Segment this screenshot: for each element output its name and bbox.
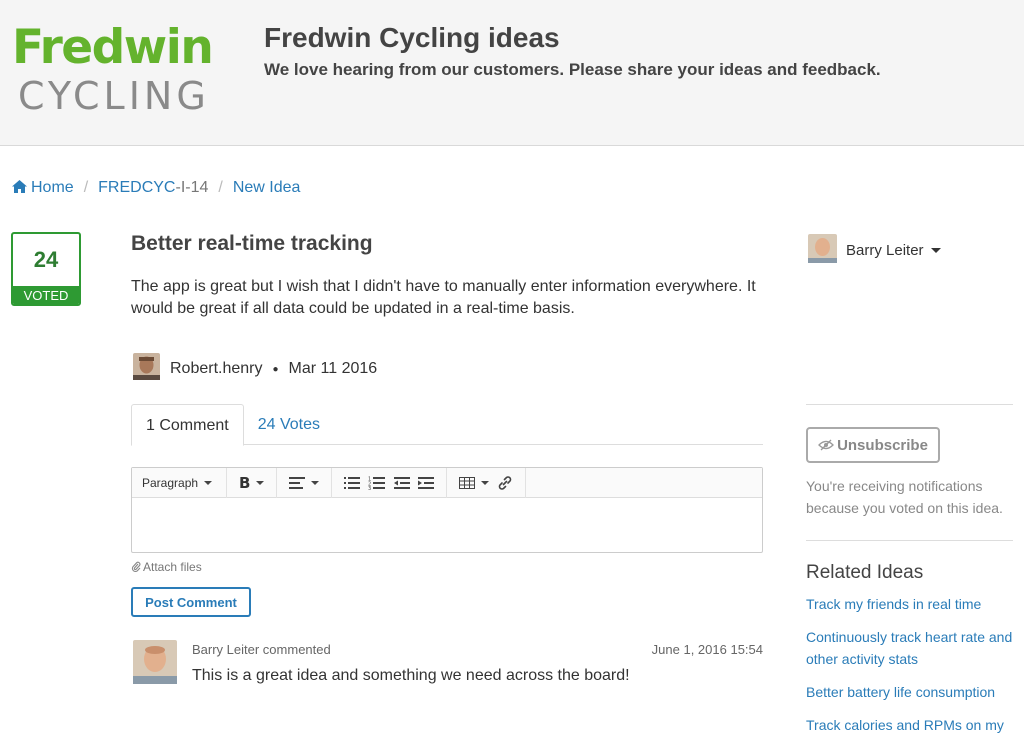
logo-subtext: CYCLING [18, 74, 210, 118]
comment-body: This is a great idea and something we ne… [192, 667, 630, 684]
editor-toolbar: Paragraph B 123 [132, 467, 762, 498]
commenter-avatar [133, 640, 177, 689]
sidebar-divider [806, 540, 1013, 541]
link-icon [499, 475, 512, 490]
author-avatar [133, 353, 160, 385]
indent-button[interactable] [414, 468, 438, 498]
chevron-down-icon [311, 480, 320, 485]
numbered-list-button[interactable]: 123 [364, 468, 390, 498]
idea-date: Mar 11 2016 [288, 360, 378, 377]
bullet-list-icon [344, 476, 361, 489]
related-ideas-heading: Related Ideas [806, 562, 924, 583]
numbered-list-icon: 123 [368, 476, 386, 490]
table-button[interactable] [455, 468, 493, 498]
outdent-button[interactable] [390, 468, 414, 498]
idea-key-suffix: -I-14 [175, 179, 209, 196]
breadcrumb-idea-key[interactable]: FREDCYC-I-14 [98, 179, 208, 197]
tab-comments[interactable]: 1 Comment [131, 404, 244, 446]
author-name[interactable]: Robert.henry [170, 360, 263, 378]
svg-text:3: 3 [368, 486, 371, 490]
idea-key-prefix: FREDCYC [98, 179, 176, 196]
voted-label: VOTED [13, 286, 79, 304]
chevron-down-icon [256, 480, 265, 485]
comment-timestamp: June 1, 2016 15:54 [651, 642, 763, 657]
paragraph-format-label: Paragraph [142, 475, 199, 490]
related-idea-link[interactable]: Better battery life consumption [806, 681, 1021, 703]
notification-info: You're receiving notifications because y… [806, 478, 1003, 516]
breadcrumb-status[interactable]: New Idea [233, 179, 301, 197]
portal-subtitle: We love hearing from our customers. Plea… [264, 60, 881, 79]
vote-button[interactable]: 24 VOTED [11, 232, 81, 306]
attach-files-link[interactable]: Attach files [131, 560, 202, 574]
bold-icon: B [239, 473, 251, 492]
related-ideas-list: Track my friends in real time Continuous… [806, 593, 1021, 739]
indent-icon [418, 476, 435, 489]
attach-files-label: Attach files [143, 560, 202, 574]
separator-dot: ● [272, 363, 279, 375]
breadcrumb-home-label: Home [31, 179, 74, 196]
sidebar-divider [806, 404, 1013, 405]
eye-slash-icon [818, 439, 834, 451]
related-idea-link[interactable]: Track my friends in real time [806, 593, 1021, 615]
comment-author: Barry Leiter commented [192, 642, 331, 657]
related-idea-link[interactable]: Track calories and RPMs on my [806, 714, 1021, 736]
chevron-down-icon [930, 248, 941, 253]
chevron-down-icon [481, 480, 490, 485]
fredwin-logo[interactable]: Fredwin CYCLING [12, 20, 232, 118]
user-menu[interactable]: Barry Leiter [808, 234, 941, 267]
unsubscribe-label: Unsubscribe [837, 436, 928, 454]
paperclip-icon [131, 561, 141, 572]
paragraph-format-dropdown[interactable]: Paragraph [138, 468, 216, 498]
idea-tabs: 1 Comment 24 Votes [131, 404, 763, 446]
user-name: Barry Leiter [846, 242, 924, 259]
comment-editor: Paragraph B 123 [131, 467, 763, 553]
link-button[interactable] [493, 468, 517, 498]
tab-votes[interactable]: 24 Votes [244, 404, 334, 445]
related-idea-link[interactable]: Continuously track heart rate and other … [806, 626, 1021, 670]
home-icon [12, 180, 27, 193]
table-icon [459, 476, 476, 489]
outdent-icon [394, 476, 411, 489]
logo-wordmark: Fredwin [12, 20, 214, 75]
breadcrumb-home[interactable]: Home [12, 179, 74, 197]
breadcrumb-separator: / [218, 179, 223, 196]
idea-author-row: Robert.henry ● Mar 11 2016 [133, 353, 377, 385]
bold-button[interactable]: B [235, 468, 268, 498]
site-header: Fredwin CYCLING Fredwin Cycling ideas We… [0, 0, 1024, 146]
align-button[interactable] [285, 468, 323, 498]
idea-title: Better real-time tracking [131, 232, 373, 255]
align-left-icon [289, 476, 306, 489]
chevron-down-icon [204, 480, 213, 485]
idea-description: The app is great but I wish that I didn'… [131, 278, 756, 317]
post-comment-button[interactable]: Post Comment [131, 587, 251, 617]
comment-input[interactable] [132, 498, 762, 552]
vote-count: 24 [33, 247, 59, 272]
portal-title: Fredwin Cycling ideas [264, 22, 560, 53]
breadcrumb: Home / FREDCYC-I-14 / New Idea [12, 179, 300, 197]
unsubscribe-button[interactable]: Unsubscribe [806, 427, 940, 463]
user-avatar [808, 234, 837, 267]
bullet-list-button[interactable] [340, 468, 364, 498]
breadcrumb-separator: / [83, 179, 89, 196]
